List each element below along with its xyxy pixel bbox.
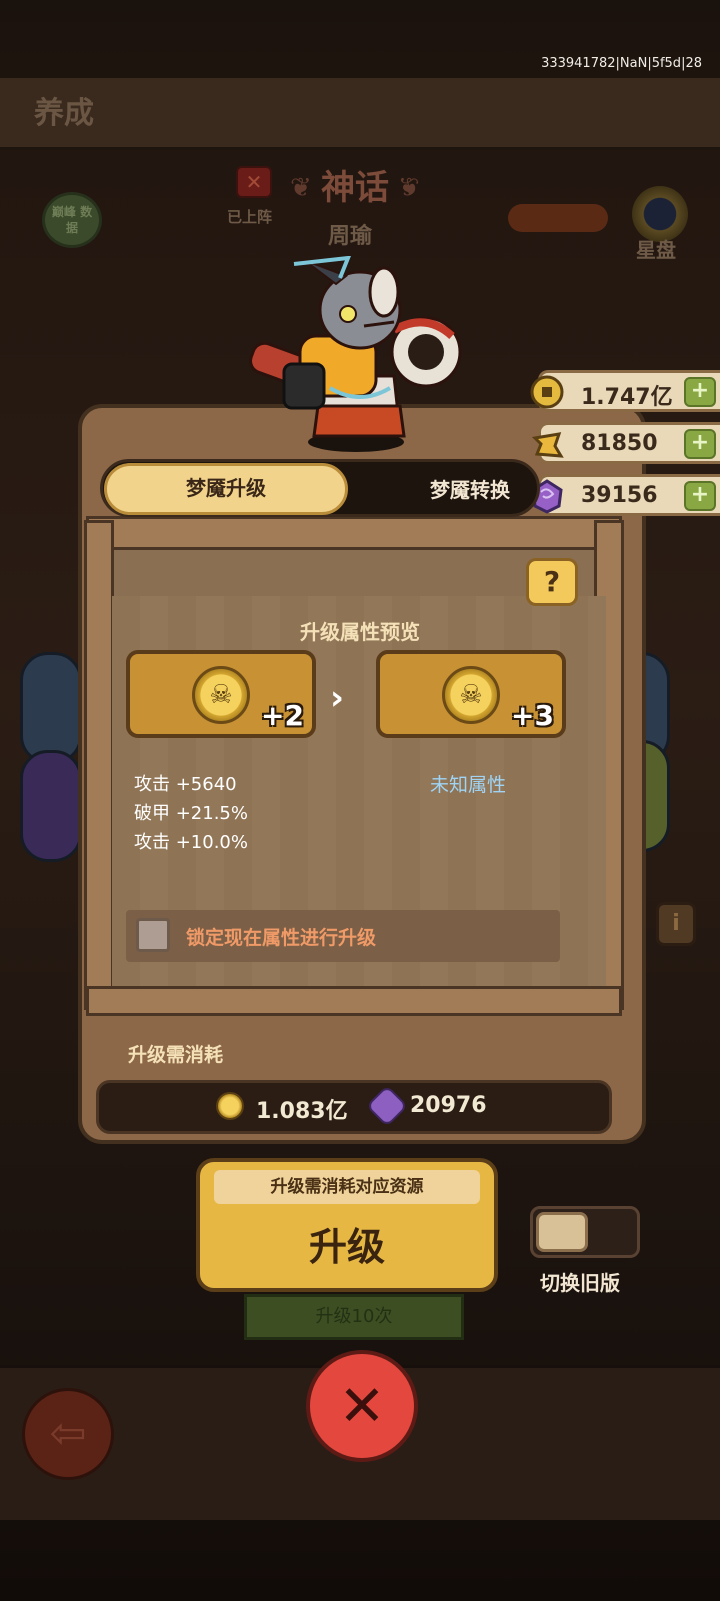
deployed-flag-icon: ✕ <box>236 166 272 198</box>
gem-value: 39156 <box>581 483 658 508</box>
crate-plank-top <box>86 516 622 550</box>
add-copper-button[interactable]: + <box>684 377 716 407</box>
stat-line: 破甲 +21.5% <box>134 803 248 824</box>
deployed-label: 已上阵 <box>227 208 273 226</box>
rarity-badge: 神话 <box>290 166 420 212</box>
info-button[interactable]: i <box>656 902 696 946</box>
cost-gem-value: 20976 <box>410 1093 487 1118</box>
copper-coin-icon <box>530 375 564 409</box>
page-title: 养成 <box>34 96 94 131</box>
cost-bar <box>96 1080 612 1134</box>
next-attribute-card[interactable]: ☠ +3 <box>376 650 566 738</box>
current-attribute-card[interactable]: ☠ +2 <box>126 650 316 738</box>
upgrade-ten-button[interactable]: 升级10次 <box>244 1294 464 1340</box>
peak-data-button[interactable]: 巅峰 数据 <box>42 192 102 248</box>
lock-checkbox[interactable] <box>136 918 170 952</box>
demon-skull-icon: ☠ <box>442 666 500 724</box>
crate-plank-left <box>84 520 114 1010</box>
demon-skull-icon: ☠ <box>192 666 250 724</box>
upgrade-cost-hint: 升级需消耗对应资源 <box>214 1170 480 1204</box>
star-disk-label[interactable]: 星盘 <box>636 234 676 263</box>
left-potion-tube-2 <box>20 750 82 862</box>
back-arrow-icon[interactable]: ⇦ <box>22 1388 114 1480</box>
current-level: +2 <box>261 699 304 732</box>
title-board <box>0 78 720 150</box>
arrow-right-icon: › <box>330 678 345 718</box>
close-icon[interactable]: ✕ <box>306 1350 418 1462</box>
toggle-label: 切换旧版 <box>540 1271 620 1295</box>
upgrade-label[interactable]: 升级 <box>196 1216 498 1271</box>
resource-copper: 1.747亿 + <box>530 370 720 412</box>
copper-value: 1.747亿 <box>581 385 673 410</box>
next-level: +3 <box>511 699 554 732</box>
resource-gem: 39156 + <box>531 474 720 516</box>
resource-gold: 81850 + <box>531 422 720 464</box>
gold-value: 81850 <box>581 431 658 456</box>
tab-nightmare-upgrade[interactable]: 梦魇升级 <box>104 463 348 515</box>
left-potion-tube <box>20 652 82 764</box>
unknown-attribute-label: 未知属性 <box>430 774 507 796</box>
help-button[interactable]: ? <box>526 558 578 606</box>
hero-name: 周瑜 <box>328 224 373 249</box>
copper-coin-icon <box>216 1092 244 1120</box>
stat-line: 攻击 +10.0% <box>134 832 248 853</box>
toggle-knob[interactable] <box>536 1212 588 1252</box>
preview-title: 升级属性预览 <box>300 620 420 644</box>
stat-line: 攻击 +5640 <box>134 774 237 795</box>
gold-ingot-icon <box>531 432 564 458</box>
hero-character-image <box>249 256 462 452</box>
tab-nightmare-convert[interactable]: 梦魇转换 <box>400 470 540 510</box>
cost-coin-value: 1.083亿 <box>256 1099 348 1124</box>
star-bar <box>508 204 608 232</box>
crate-plank-bottom <box>86 986 622 1016</box>
add-gem-button[interactable]: + <box>684 481 716 511</box>
debug-id: 333941782|NaN|5f5d|28 <box>541 56 702 71</box>
lock-label[interactable]: 锁定现在属性进行升级 <box>186 923 376 950</box>
add-gold-button[interactable]: + <box>684 429 716 459</box>
cost-title: 升级需消耗 <box>128 1044 224 1066</box>
